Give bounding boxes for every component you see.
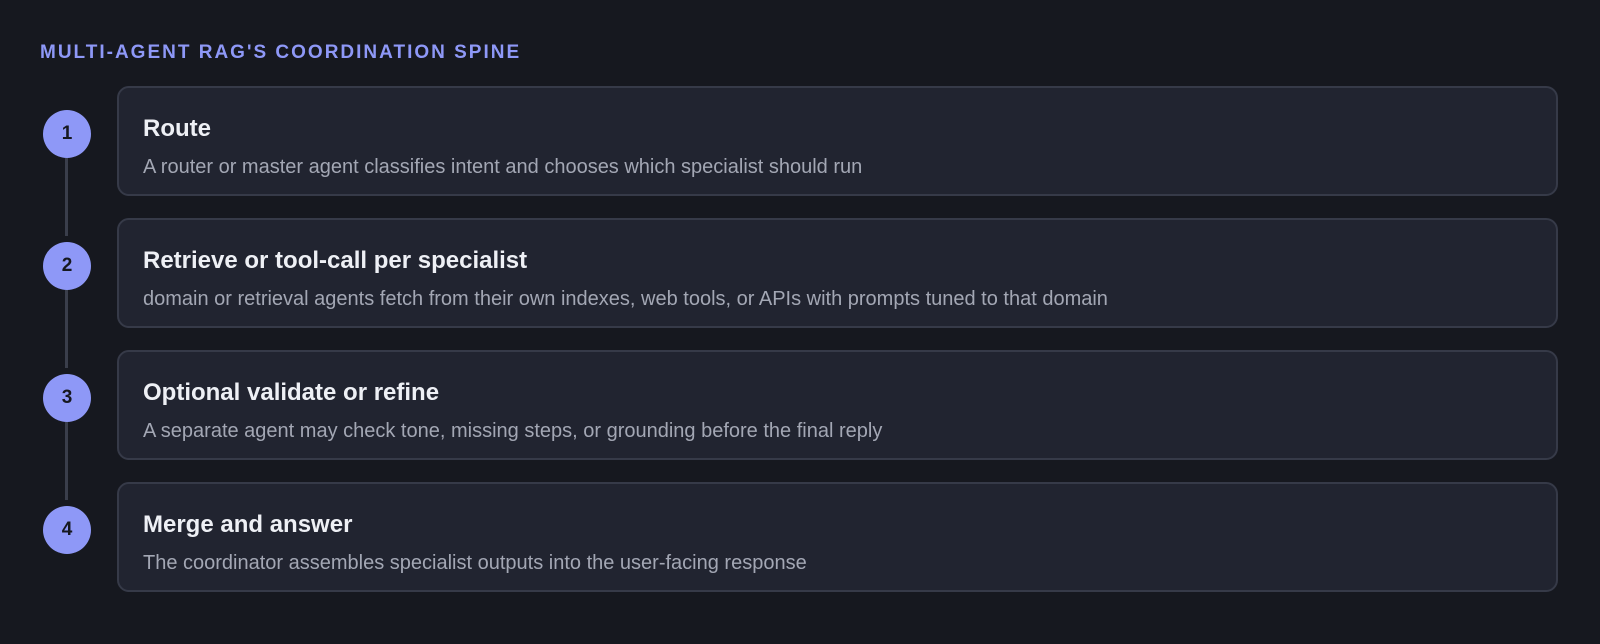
step-card-merge: Merge and answer The coordinator assembl… bbox=[117, 482, 1558, 592]
connector-line-2-3 bbox=[65, 290, 68, 368]
connector-line-3-4 bbox=[65, 422, 68, 500]
step-title: Merge and answer bbox=[143, 511, 353, 538]
step-number-badge-1: 1 bbox=[43, 110, 91, 158]
step-description: domain or retrieval agents fetch from th… bbox=[143, 288, 1108, 310]
diagram-title: MULTI-AGENT RAG'S COORDINATION SPINE bbox=[40, 42, 522, 63]
step-description: A router or master agent classifies inte… bbox=[143, 156, 863, 178]
step-title: Retrieve or tool-call per specialist bbox=[143, 247, 528, 274]
step-title: Route bbox=[143, 115, 211, 142]
step-card-validate: Optional validate or refine A separate a… bbox=[117, 350, 1558, 460]
step-card-route: Route A router or master agent classifie… bbox=[117, 86, 1558, 196]
step-description: The coordinator assembles specialist out… bbox=[143, 552, 807, 574]
connector-line-1-2 bbox=[65, 158, 68, 236]
step-number-badge-2: 2 bbox=[43, 242, 91, 290]
step-number-badge-3: 3 bbox=[43, 374, 91, 422]
step-card-retrieve: Retrieve or tool-call per specialist dom… bbox=[117, 218, 1558, 328]
step-description: A separate agent may check tone, missing… bbox=[143, 420, 883, 442]
step-number-badge-4: 4 bbox=[43, 506, 91, 554]
step-title: Optional validate or refine bbox=[143, 379, 440, 406]
